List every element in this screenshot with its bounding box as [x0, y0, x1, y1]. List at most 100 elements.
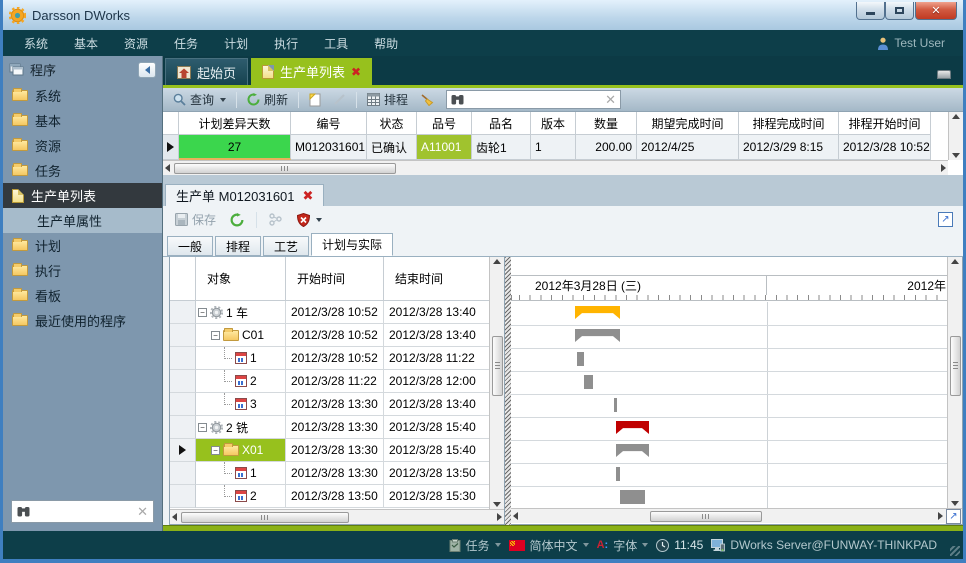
grid-cell-8[interactable]: 2012/3/29 8:15	[739, 135, 839, 160]
scroll-down-icon[interactable]	[951, 501, 959, 506]
grid-cell-7[interactable]: 2012/4/25	[637, 135, 739, 160]
gantt-bar-5[interactable]	[616, 421, 649, 434]
gantt-chart[interactable]: 2012年3月28日 (三) 2012年	[511, 257, 947, 508]
detail-refresh-button[interactable]	[226, 211, 248, 229]
tree-cell-end[interactable]: 2012/3/28 15:30	[384, 485, 489, 508]
tree-cell-end[interactable]: 2012/3/28 15:40	[384, 439, 489, 462]
tree-cell-object[interactable]: 2	[196, 370, 286, 393]
tree-h-scroll-thumb[interactable]	[181, 512, 349, 523]
tree-row-selector[interactable]	[170, 393, 196, 416]
tree-cell-object[interactable]: 3	[196, 393, 286, 416]
detail-tab-2[interactable]: 工艺	[263, 236, 309, 256]
grid-cell-4[interactable]: 齿轮1	[472, 135, 531, 160]
grid-cell-2[interactable]: 已确认	[367, 135, 417, 160]
gantt-bar-0[interactable]	[575, 306, 620, 319]
gantt-v-scrollbar[interactable]	[947, 257, 962, 508]
grid-selected-row[interactable]: 27M012031601已确认A11001齿轮11200.002012/4/25…	[163, 135, 948, 160]
scroll-left-icon[interactable]	[172, 513, 177, 521]
toolbar-search-clear-icon[interactable]: ✕	[605, 92, 616, 108]
tree-collapse-icon[interactable]: −	[198, 308, 207, 317]
tree-row-1[interactable]: −C012012/3/28 10:522012/3/28 13:40	[170, 324, 489, 347]
gantt-bar-7[interactable]	[616, 467, 620, 481]
grid-col-3[interactable]: 品号	[417, 112, 472, 135]
new-button[interactable]	[305, 91, 325, 109]
gantt-v-scroll-thumb[interactable]	[950, 336, 961, 396]
tree-row-selector[interactable]	[170, 324, 196, 347]
maximize-button[interactable]	[885, 2, 914, 20]
save-button[interactable]: 保存	[171, 209, 220, 230]
tree-cell-end[interactable]: 2012/3/28 13:50	[384, 462, 489, 485]
minimize-button[interactable]	[856, 2, 885, 20]
sidebar-item-7[interactable]: 执行	[3, 258, 162, 283]
gantt-bar-3[interactable]	[584, 375, 593, 389]
tree-collapse-icon[interactable]: −	[211, 446, 220, 455]
resize-grip[interactable]	[950, 546, 960, 556]
tree-cell-object[interactable]: 2	[196, 485, 286, 508]
tree-row-selector[interactable]	[170, 439, 196, 462]
tree-v-scrollbar[interactable]	[489, 257, 504, 509]
grid-col-1[interactable]: 编号	[291, 112, 367, 135]
detail-doc-tab[interactable]: 生产单 M012031601 ✖	[165, 184, 324, 206]
tree-cell-end[interactable]: 2012/3/28 15:40	[384, 416, 489, 439]
tree-row-selector[interactable]	[170, 301, 196, 324]
open-external-icon[interactable]: ↗	[938, 212, 953, 227]
scroll-up-icon[interactable]	[951, 259, 959, 264]
tree-row-selector[interactable]	[170, 416, 196, 439]
detail-tab-0[interactable]: 一般	[167, 236, 213, 256]
menu-item-1[interactable]: 基本	[61, 35, 111, 52]
tree-cell-end[interactable]: 2012/3/28 11:22	[384, 347, 489, 370]
grid-col-5[interactable]: 版本	[531, 112, 576, 135]
font-dropdown-caret[interactable]	[642, 543, 648, 547]
menu-item-5[interactable]: 执行	[261, 35, 311, 52]
sidebar-search-input[interactable]	[35, 505, 132, 519]
tree-cell-object[interactable]: 1	[196, 462, 286, 485]
grid-h-scrollbar[interactable]	[163, 160, 948, 175]
gantt-bar-2[interactable]	[577, 352, 584, 366]
grid-col-4[interactable]: 品名	[472, 112, 531, 135]
detail-tab-3[interactable]: 计划与实际	[311, 233, 393, 256]
grid-cell-3[interactable]: A11001	[417, 135, 472, 160]
tree-cell-start[interactable]: 2012/3/28 13:30	[286, 416, 384, 439]
tree-row-4[interactable]: 32012/3/28 13:302012/3/28 13:40	[170, 393, 489, 416]
tree-cell-start[interactable]: 2012/3/28 13:30	[286, 439, 384, 462]
scroll-right-icon[interactable]	[497, 513, 502, 521]
hierarchy-button[interactable]	[265, 211, 287, 228]
tree-cell-start[interactable]: 2012/3/28 10:52	[286, 324, 384, 347]
tree-row-8[interactable]: 22012/3/28 13:502012/3/28 15:30	[170, 485, 489, 508]
menu-item-6[interactable]: 工具	[311, 35, 361, 52]
tree-row-6[interactable]: −X012012/3/28 13:302012/3/28 15:40	[170, 439, 489, 462]
tree-cell-start[interactable]: 2012/3/28 11:22	[286, 370, 384, 393]
grid-col-2[interactable]: 状态	[367, 112, 417, 135]
tree-row-5[interactable]: −2 铣2012/3/28 13:302012/3/28 15:40	[170, 416, 489, 439]
sidebar-search-clear-icon[interactable]: ✕	[137, 504, 148, 520]
gantt-h-scroll-thumb[interactable]	[650, 511, 762, 522]
sidebar-item-8[interactable]: 看板	[3, 283, 162, 308]
tab-close-icon[interactable]: ✖	[351, 65, 361, 79]
tree-cell-object[interactable]: −C01	[196, 324, 286, 347]
clean-button[interactable]	[416, 91, 438, 108]
grid-cell-5[interactable]: 1	[531, 135, 576, 160]
tree-cell-end[interactable]: 2012/3/28 13:40	[384, 393, 489, 416]
sidebar-item-6[interactable]: 计划	[3, 233, 162, 258]
tree-cell-start[interactable]: 2012/3/28 10:52	[286, 301, 384, 324]
sidebar-item-9[interactable]: 最近使用的程序	[3, 308, 162, 333]
scroll-down-icon[interactable]	[952, 153, 960, 158]
status-tasks[interactable]: 任务	[449, 537, 501, 554]
status-font[interactable]: A: 字体	[597, 537, 649, 554]
toolbar-search-input[interactable]	[469, 93, 600, 107]
tree-row-0[interactable]: −1 车2012/3/28 10:522012/3/28 13:40	[170, 301, 489, 324]
language-dropdown-caret[interactable]	[583, 543, 589, 547]
detail-tab-close-icon[interactable]: ✖	[303, 188, 314, 204]
scroll-left-icon[interactable]	[165, 164, 170, 172]
grid-cell-1[interactable]: M012031601	[291, 135, 367, 160]
tree-cell-end[interactable]: 2012/3/28 13:40	[384, 301, 489, 324]
scroll-up-icon[interactable]	[493, 259, 501, 264]
sidebar-item-2[interactable]: 资源	[3, 133, 162, 158]
detail-tab-1[interactable]: 排程	[215, 236, 261, 256]
gantt-h-scrollbar[interactable]	[511, 508, 945, 523]
query-dropdown-caret[interactable]	[220, 98, 226, 102]
gantt-bar-6[interactable]	[616, 444, 649, 457]
pin-panel-icon[interactable]	[937, 70, 951, 79]
validate-button[interactable]	[293, 211, 326, 229]
tree-row-7[interactable]: 12012/3/28 13:302012/3/28 13:50	[170, 462, 489, 485]
